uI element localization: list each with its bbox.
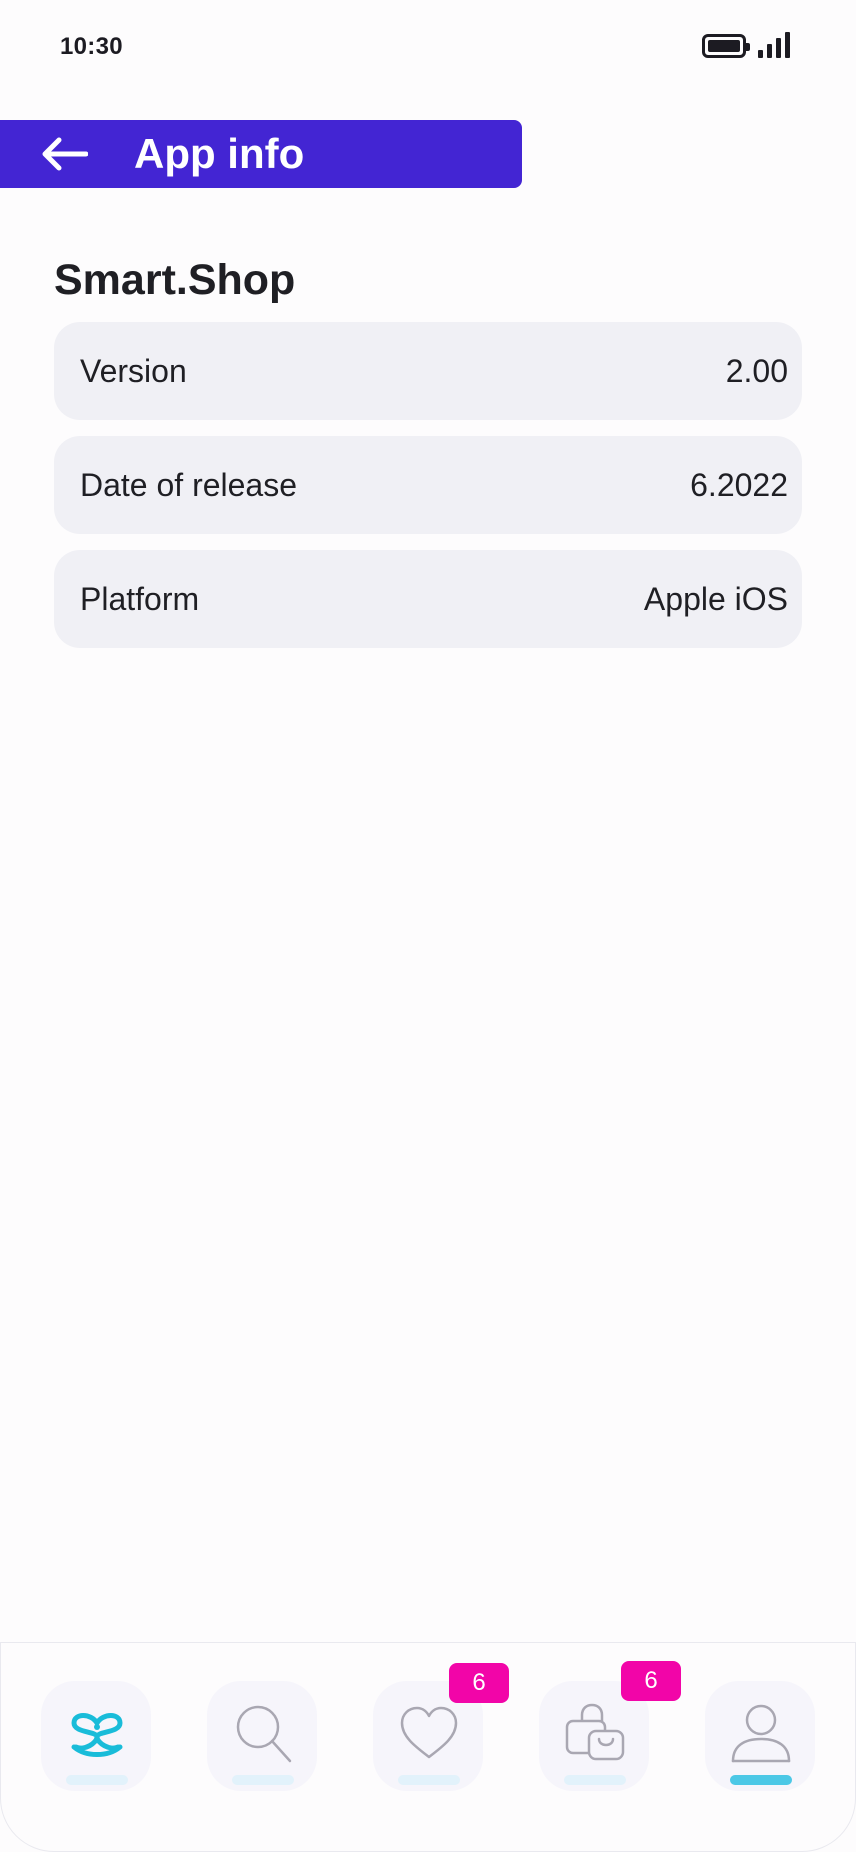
info-row-platform: Platform Apple iOS (54, 550, 802, 648)
battery-icon (702, 34, 750, 58)
search-icon (236, 1705, 292, 1763)
home-logo-icon (71, 1713, 123, 1757)
header-bar: App info (0, 120, 522, 188)
status-time: 10:30 (60, 33, 123, 60)
page-title: App info (134, 130, 305, 177)
info-label: Platform (80, 580, 200, 617)
favorites-count-badge: 6 (449, 1663, 509, 1703)
info-label: Version (80, 352, 187, 389)
heart-icon (400, 1706, 458, 1759)
profile-icon (731, 1704, 791, 1763)
cart-count-badge: 6 (621, 1661, 681, 1701)
app-name: Smart.Shop (54, 256, 296, 304)
info-row-version: Version 2.00 (54, 322, 802, 420)
info-row-date-of-release: Date of release 6.2022 (54, 436, 802, 534)
info-value: 2.00 (725, 352, 788, 389)
nav-item-profile[interactable] (705, 1681, 815, 1791)
back-button[interactable] (40, 120, 110, 188)
nav-active-indicator (730, 1775, 792, 1785)
info-value: Apple iOS (643, 580, 788, 617)
nav-indicator (398, 1775, 460, 1785)
signal-icon (758, 32, 790, 58)
app-info-screen: 10:30 App info Smart.Shop Version 2.00 D… (0, 0, 856, 1852)
nav-item-search[interactable] (207, 1681, 317, 1791)
info-label: Date of release (80, 466, 298, 503)
nav-indicator (564, 1775, 626, 1785)
shopping-bag-icon (565, 1703, 625, 1761)
nav-item-home[interactable] (41, 1681, 151, 1791)
nav-indicator (232, 1775, 294, 1785)
status-icons (702, 32, 790, 58)
info-list: Version 2.00 Date of release 6.2022 Plat… (54, 322, 802, 664)
nav-indicator (66, 1775, 128, 1785)
arrow-left-icon (42, 137, 88, 171)
info-value: 6.2022 (690, 466, 788, 503)
bottom-nav: 6 6 (0, 1642, 856, 1852)
